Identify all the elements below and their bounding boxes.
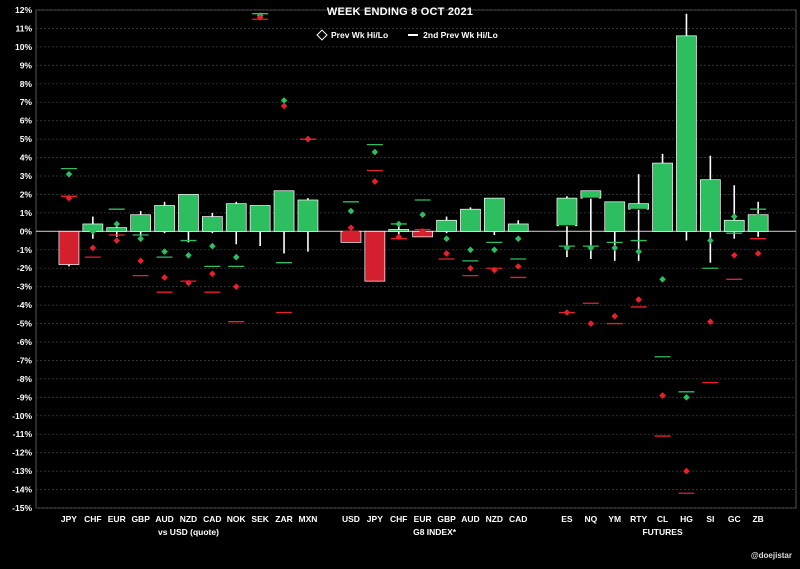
bar [460,208,481,232]
legend-item-prev2: 2nd Prev Wk Hi/Lo [408,30,498,40]
bar [507,223,529,232]
y-tick-label: 5% [20,134,33,144]
x-tick-label: NZD [180,514,197,524]
credit-label: @doejistar [750,551,792,560]
bar [273,190,295,232]
x-tick-label: HG [680,514,693,524]
bar [580,190,602,199]
x-tick-label: CAD [203,514,221,524]
bar [699,179,721,232]
y-tick-label: 11% [15,23,32,33]
group-label: vs USD (quote) [158,527,219,537]
y-tick-label: -6% [17,337,33,347]
chart-root: WEEK ENDING 8 OCT 2021 Prev Wk Hi/Lo 2nd… [0,0,800,564]
legend-diamond-icon [316,29,328,41]
x-tick-label: NQ [584,514,597,524]
bar [556,197,578,227]
x-tick-label: GBP [437,514,456,524]
y-tick-label: 8% [20,79,33,89]
y-tick-label: -11% [13,429,33,439]
x-tick-label: EUR [414,514,432,524]
bar [297,199,319,232]
x-tick-label: USD [342,514,360,524]
y-tick-label: -7% [17,355,33,365]
chart-title: WEEK ENDING 8 OCT 2021 [326,6,474,18]
y-tick-label: 0% [20,226,33,236]
bar [723,219,745,232]
x-tick-label: GBP [131,514,150,524]
legend-line-icon [408,34,419,36]
bar [249,205,271,232]
x-tick-label: AUD [155,514,173,524]
x-tick-label: JPY [61,514,77,524]
bar [388,229,410,232]
x-tick-label: SEK [251,514,269,524]
x-tick-label: CL [657,514,668,524]
x-tick-label: CHF [84,514,101,524]
bar [58,230,80,265]
y-tick-label: 4% [20,153,33,163]
x-tick-label: EUR [108,514,126,524]
x-tick-label: YM [608,514,621,524]
legend-label-prev2: 2nd Prev Wk Hi/Lo [423,30,498,40]
y-tick-label: 3% [20,171,33,181]
x-tick-label: MXN [299,514,318,524]
y-tick-label: -2% [17,263,33,273]
bar [604,201,626,232]
x-tick-label: NZD [486,514,503,524]
bar [364,230,386,282]
bar [340,230,362,243]
bar [130,214,151,232]
x-tick-label: SI [706,514,714,524]
y-tick-label: 1% [20,208,33,218]
y-tick-label: -12% [12,448,32,458]
y-tick-label: -13% [12,466,32,476]
y-tick-label: -9% [17,392,33,402]
group-label: FUTURES [642,527,682,537]
bar [652,162,673,232]
bar [676,35,697,232]
y-tick-label: 7% [20,97,33,107]
bar [154,205,175,232]
y-tick-label: -10% [12,411,32,421]
x-tick-label: JPY [367,514,383,524]
bar [225,203,247,232]
y-tick-label: 9% [20,60,33,70]
y-tick-label: 6% [20,116,33,126]
bar [484,197,505,232]
chart-svg: 12%11%10%9%8%7%6%5%4%3%2%1%0%-1%-2%-3%-4… [12,5,797,537]
y-tick-label: -15% [12,503,32,513]
y-tick-label: -4% [17,300,33,310]
x-tick-label: AUD [461,514,479,524]
y-tick-label: -5% [17,319,33,329]
x-tick-label: ZB [752,514,763,524]
y-tick-label: 10% [15,42,32,52]
x-tick-label: CHF [390,514,407,524]
bar [106,227,128,232]
x-tick-label: NOK [227,514,247,524]
bar [628,203,650,210]
legend-item-prev: Prev Wk Hi/Lo [316,29,389,41]
group-label: G8 INDEX* [413,527,457,537]
bar [202,216,223,232]
legend: Prev Wk Hi/Lo 2nd Prev Wk Hi/Lo [316,29,498,41]
y-tick-label: -14% [12,485,32,495]
x-tick-label: GC [728,514,741,524]
bar [178,194,199,232]
x-tick-label: RTY [630,514,647,524]
x-tick-label: ZAR [275,514,292,524]
y-tick-label: 2% [20,189,33,199]
y-tick-label: -8% [17,374,33,384]
x-tick-label: ES [561,514,573,524]
x-tick-label: CAD [509,514,527,524]
legend-label-prev: Prev Wk Hi/Lo [331,30,389,40]
y-tick-label: -1% [17,245,33,255]
y-tick-label: -3% [17,282,33,292]
